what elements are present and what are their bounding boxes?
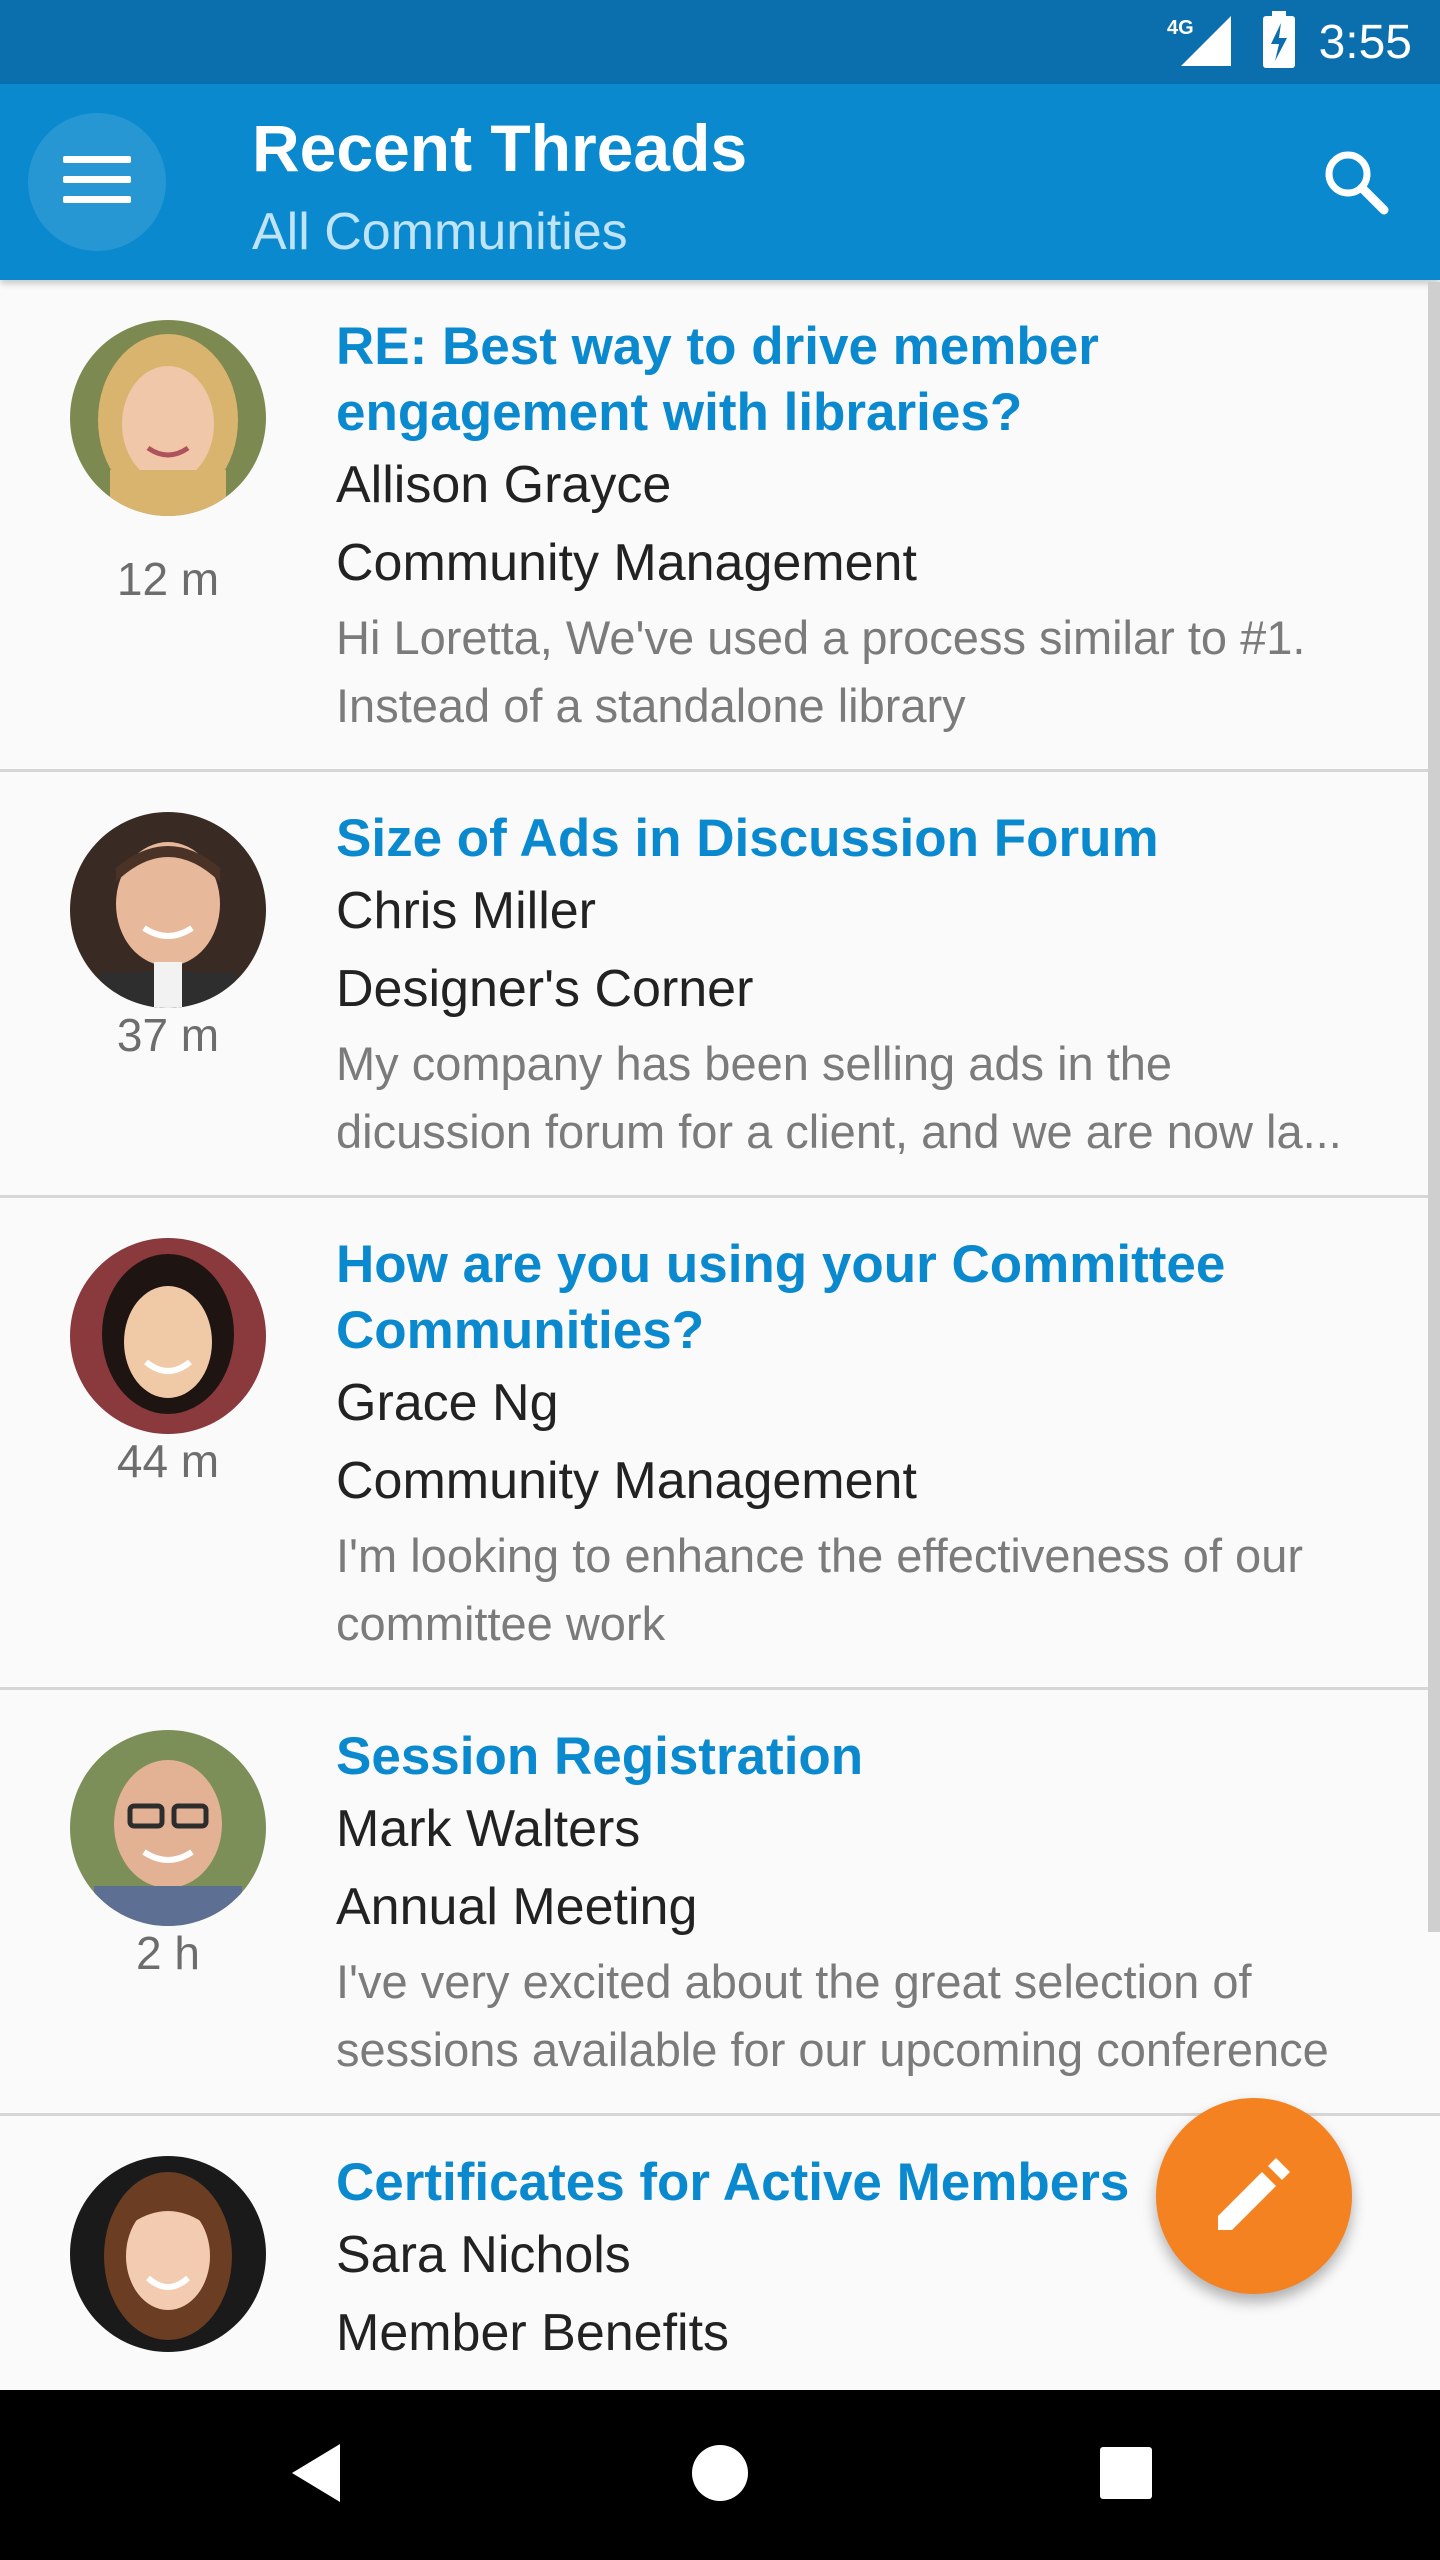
home-icon	[690, 2443, 750, 2508]
app-bar: Recent Threads All Communities	[0, 84, 1440, 280]
status-bar: 4G 3:55	[0, 0, 1440, 84]
pencil-icon	[1210, 2150, 1298, 2243]
thread-content: Size of Ads in Discussion Forum Chris Mi…	[336, 806, 1380, 1166]
thread-community: Annual Meeting	[336, 1878, 698, 1936]
avatar	[70, 812, 266, 1008]
thread-author: Mark Walters	[336, 1800, 641, 1858]
recents-icon	[1098, 2445, 1154, 2506]
thread-time: 37 m	[116, 1009, 220, 1061]
back-icon	[288, 2442, 344, 2509]
thread-list[interactable]: 12 m RE: Best way to drive member engage…	[0, 280, 1440, 2390]
search-icon	[1322, 148, 1390, 221]
menu-button[interactable]	[28, 113, 166, 251]
home-button[interactable]	[640, 2390, 800, 2560]
scrollbar[interactable]	[1428, 282, 1440, 1932]
back-button[interactable]	[236, 2390, 396, 2560]
thread-community: Member Benefits	[336, 2304, 730, 2362]
network-label: 4G	[1167, 17, 1194, 39]
thread-time: 12 m	[116, 553, 220, 605]
thread-title[interactable]: Size of Ads in Discussion Forum	[336, 806, 1380, 872]
thread-title[interactable]: Session Registration	[336, 1724, 1380, 1790]
menu-icon	[63, 154, 131, 211]
thread-content: RE: Best way to drive member engagement …	[336, 314, 1380, 740]
thread-item[interactable]: 12 m RE: Best way to drive member engage…	[0, 280, 1440, 772]
avatar	[70, 320, 266, 516]
thread-author: Grace Ng	[336, 1374, 559, 1432]
status-icons: 4G 3:55	[1167, 0, 1412, 84]
thread-snippet: I've very excited about the great select…	[336, 1955, 1329, 2076]
thread-snippet: My company has been selling ads in the d…	[336, 1037, 1342, 1158]
thread-title[interactable]: How are you using your Committee Communi…	[336, 1232, 1380, 1364]
thread-snippet: I'm looking to enhance the effectiveness…	[336, 1529, 1303, 1650]
signal-icon: 4G	[1167, 12, 1239, 73]
thread-item[interactable]: 44 m How are you using your Committee Co…	[0, 1198, 1440, 1690]
thread-community: Designer's Corner	[336, 960, 754, 1018]
thread-author: Chris Miller	[336, 882, 596, 940]
thread-community: Community Management	[336, 534, 917, 592]
thread-time: 2 h	[136, 1927, 200, 1979]
thread-community: Community Management	[336, 1452, 917, 1510]
avatar	[70, 1730, 266, 1926]
compose-button[interactable]	[1156, 2098, 1352, 2294]
recents-button[interactable]	[1046, 2390, 1206, 2560]
system-nav-bar	[0, 2390, 1440, 2560]
thread-time: 44 m	[116, 1435, 220, 1487]
thread-snippet: Hi Loretta, We've used a process similar…	[336, 611, 1306, 732]
avatar	[70, 1238, 266, 1434]
thread-title[interactable]: RE: Best way to drive member engagement …	[336, 314, 1380, 446]
thread-content: How are you using your Committee Communi…	[336, 1232, 1380, 1658]
avatar	[70, 2156, 266, 2352]
thread-item[interactable]: 2 h Session Registration Mark Walters An…	[0, 1690, 1440, 2116]
thread-item[interactable]: 37 m Size of Ads in Discussion Forum Chr…	[0, 772, 1440, 1198]
search-button[interactable]	[1314, 142, 1398, 226]
battery-charging-icon	[1261, 10, 1297, 74]
page-title: Recent Threads	[252, 111, 748, 185]
thread-author: Allison Grayce	[336, 456, 672, 514]
thread-content: Session Registration Mark Walters Annual…	[336, 1724, 1380, 2084]
page-subtitle[interactable]: All Communities	[252, 202, 628, 262]
status-time: 3:55	[1318, 15, 1412, 69]
